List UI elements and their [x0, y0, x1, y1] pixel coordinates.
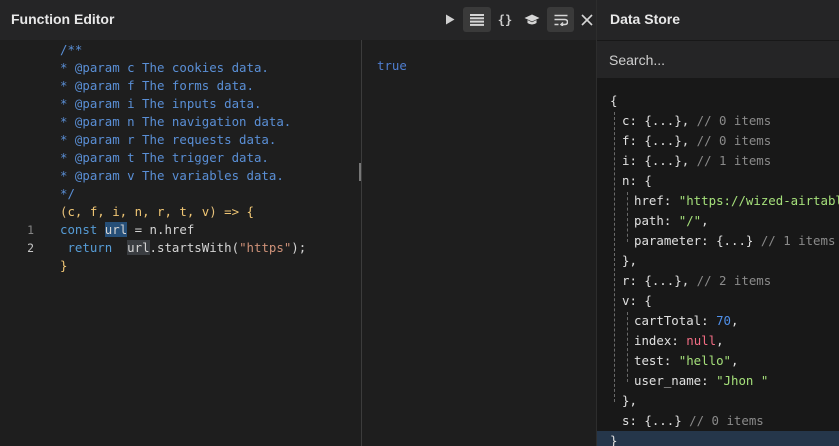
tree-node-r[interactable]: r: {...}, // 2 items [622, 271, 771, 291]
function-editor-header: Function Editor {} [0, 0, 596, 40]
doc-comment-line: */ [60, 186, 75, 201]
doc-comment-line: * @param v The variables data. [60, 168, 284, 183]
tree-node-f[interactable]: f: {...}, // 0 items [622, 131, 771, 151]
json-view-button[interactable]: {} [494, 7, 516, 32]
indent-guide [614, 112, 615, 402]
tree-node-cartTotal[interactable]: cartTotal: 70, [634, 311, 738, 331]
tree-close-n: }, [622, 253, 637, 268]
tree-node-i[interactable]: i: {...}, // 1 items [622, 151, 771, 171]
list-view-button[interactable] [463, 7, 491, 32]
tree-node-v[interactable]: v: { [622, 291, 652, 311]
data-store-header: Data Store [597, 0, 839, 40]
docs-button[interactable] [520, 7, 544, 32]
code-line-1: const url = n.href [60, 222, 195, 237]
function-editor-title: Function Editor [11, 11, 115, 27]
tree-node-index[interactable]: index: null, [634, 331, 724, 351]
graduation-cap-icon [524, 14, 540, 26]
tree-node-href[interactable]: href: "https://wized-airtabl [634, 191, 839, 211]
tree-close-brace: } [597, 431, 839, 446]
doc-comment-line: * @param n The navigation data. [60, 114, 292, 129]
doc-comment-line: * @param t The trigger data. [60, 150, 269, 165]
list-icon [470, 13, 484, 26]
closing-brace: } [60, 258, 68, 273]
braces-icon: {} [497, 12, 513, 27]
close-icon [581, 13, 593, 26]
tree-node-parameter[interactable]: parameter: {...} // 1 items [634, 231, 835, 251]
doc-comment-line: * @param f The forms data. [60, 78, 254, 93]
doc-comment-line: * @param i The inputs data. [60, 96, 262, 111]
doc-comment-line: * @param r The requests data. [60, 132, 277, 147]
word-wrap-button[interactable] [547, 7, 574, 32]
line-number: 1 [27, 223, 34, 237]
output-pane: true [362, 40, 596, 446]
run-button[interactable] [441, 7, 459, 32]
play-icon [445, 14, 455, 25]
tree-node-c[interactable]: c: {...}, // 0 items [622, 111, 771, 131]
data-tree: { c: {...}, // 0 items f: {...}, // 0 it… [597, 78, 839, 446]
indent-guide [627, 192, 628, 242]
tree-close-v: }, [622, 393, 637, 408]
code-line-2: return url.startsWith("https"); [67, 240, 307, 255]
line-number: 2 [27, 241, 34, 255]
tree-node-n[interactable]: n: { [622, 171, 652, 191]
tree-open-brace: { [610, 93, 618, 108]
close-button[interactable] [578, 7, 596, 32]
tree-node-path[interactable]: path: "/", [634, 211, 709, 231]
tree-node-user-name[interactable]: user_name: "Jhon " [634, 371, 768, 391]
data-store-panel: Data Store { c: {...}, // 0 items f: {..… [596, 0, 839, 446]
data-store-title: Data Store [610, 11, 681, 27]
doc-comment-line: /** [60, 42, 83, 57]
function-editor-panel: Function Editor {} /** * @param c The co… [0, 0, 596, 446]
search-input[interactable] [597, 41, 839, 78]
resize-handle[interactable] [359, 163, 361, 181]
output-value: true [377, 58, 407, 73]
indent-guide [627, 312, 628, 382]
tree-node-s[interactable]: s: {...} // 0 items [622, 411, 764, 431]
code-editor[interactable]: /** * @param c The cookies data. * @para… [0, 40, 360, 446]
function-signature: (c, f, i, n, r, t, v) => { [60, 204, 254, 219]
tree-node-test[interactable]: test: "hello", [634, 351, 738, 371]
word-wrap-icon [554, 14, 568, 26]
doc-comment-line: * @param c The cookies data. [60, 60, 269, 75]
